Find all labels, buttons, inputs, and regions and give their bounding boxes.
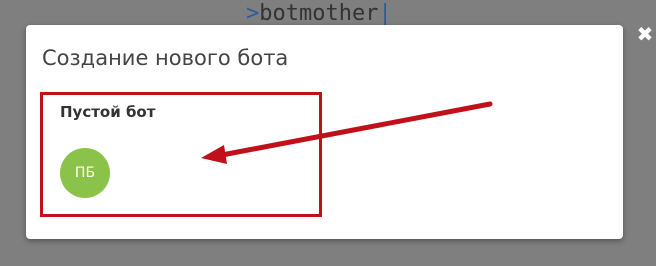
app-logo: >botmother| [246, 2, 392, 26]
logo-text: botmother [259, 1, 379, 26]
logo-prompt-glyph: > [246, 1, 260, 26]
page: { "background": { "logo_prefix": ">", "l… [0, 0, 656, 266]
bot-avatar: ПБ [60, 148, 110, 198]
empty-bot-card[interactable]: Пустой бот ПБ [40, 92, 322, 217]
bot-card-title: Пустой бот [60, 103, 156, 121]
close-icon[interactable]: ✖ [636, 24, 654, 44]
logo-cursor-glyph: | [378, 1, 392, 26]
create-bot-modal: Создание нового бота Пустой бот ПБ [26, 25, 623, 239]
modal-title: Создание нового бота [42, 46, 289, 70]
